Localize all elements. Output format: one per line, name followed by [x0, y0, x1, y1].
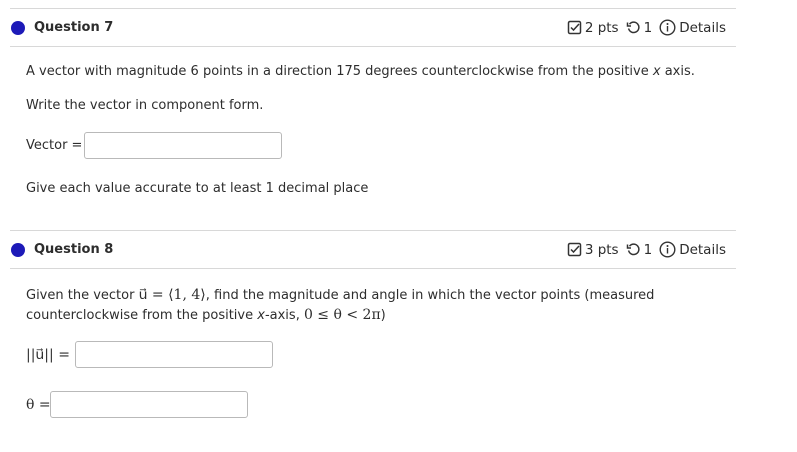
prompt-text: counterclockwise from the positive — [26, 308, 258, 323]
prompt-text: Given the vector — [26, 288, 139, 303]
question-8-header: Question 8 3 pts 1 Details — [0, 231, 736, 268]
vector-input[interactable] — [84, 132, 282, 159]
prompt-text-cont: -axis, — [264, 308, 304, 323]
question-7-header-divider — [10, 46, 736, 47]
range-expression: 0 ≤ θ < 2π — [303, 307, 381, 323]
question-8-header-divider — [10, 268, 736, 269]
question-8-details-label: Details — [679, 241, 726, 258]
question-7-title: Question 7 — [34, 20, 114, 35]
question-8-points: 3 pts — [584, 241, 619, 258]
prompt-text-cont: , find the magnitude and angle in which … — [205, 288, 655, 303]
prompt-variable: x — [257, 308, 265, 323]
vector-label: Vector = — [26, 138, 83, 153]
theta-input[interactable] — [50, 391, 248, 418]
question-7-points: 2 pts — [584, 19, 619, 36]
theta-label: θ = — [26, 397, 51, 413]
question-8-title: Question 8 — [34, 242, 114, 257]
checkbox-points-icon — [567, 20, 582, 35]
prompt-text-end: axis. — [660, 64, 695, 79]
checkbox-points-icon — [567, 242, 582, 257]
question-8-details-button[interactable]: Details — [659, 241, 726, 258]
question-7-prompt: A vector with magnitude 6 points in a di… — [26, 64, 695, 79]
retry-icon — [626, 242, 641, 257]
prompt-variable: x — [652, 64, 661, 79]
question-7-instruction: Write the vector in component form. — [26, 98, 264, 113]
magnitude-input[interactable] — [75, 341, 273, 368]
question-7-meta: 2 pts 1 Details — [567, 19, 726, 36]
question-7-details-button[interactable]: Details — [659, 19, 726, 36]
prompt-text-end: ) — [380, 308, 386, 323]
info-icon — [659, 19, 676, 36]
info-icon — [659, 241, 676, 258]
question-8-prompt-line-1: Given the vector u⃗ = ⟨1, 4⟩, find the m… — [26, 287, 654, 303]
question-7-details-label: Details — [679, 19, 726, 36]
question-8-prompt-line-2: counterclockwise from the positive x-axi… — [26, 307, 386, 323]
question-8-meta: 3 pts 1 Details — [567, 241, 726, 258]
magnitude-label: ||u⃗|| = — [26, 347, 70, 363]
retry-icon — [626, 20, 641, 35]
question-7-header: Question 7 2 pts 1 Details — [0, 9, 736, 46]
question-7-status-dot — [11, 21, 25, 35]
question-8-status-dot — [11, 243, 25, 257]
question-7-hint: Give each value accurate to at least 1 d… — [26, 181, 369, 196]
prompt-text: A vector with magnitude 6 points in a di… — [26, 64, 653, 79]
vector-expression: u⃗ = ⟨1, 4⟩ — [138, 287, 206, 303]
question-7-attempts: 1 — [643, 19, 653, 36]
question-8-attempts: 1 — [643, 241, 653, 258]
